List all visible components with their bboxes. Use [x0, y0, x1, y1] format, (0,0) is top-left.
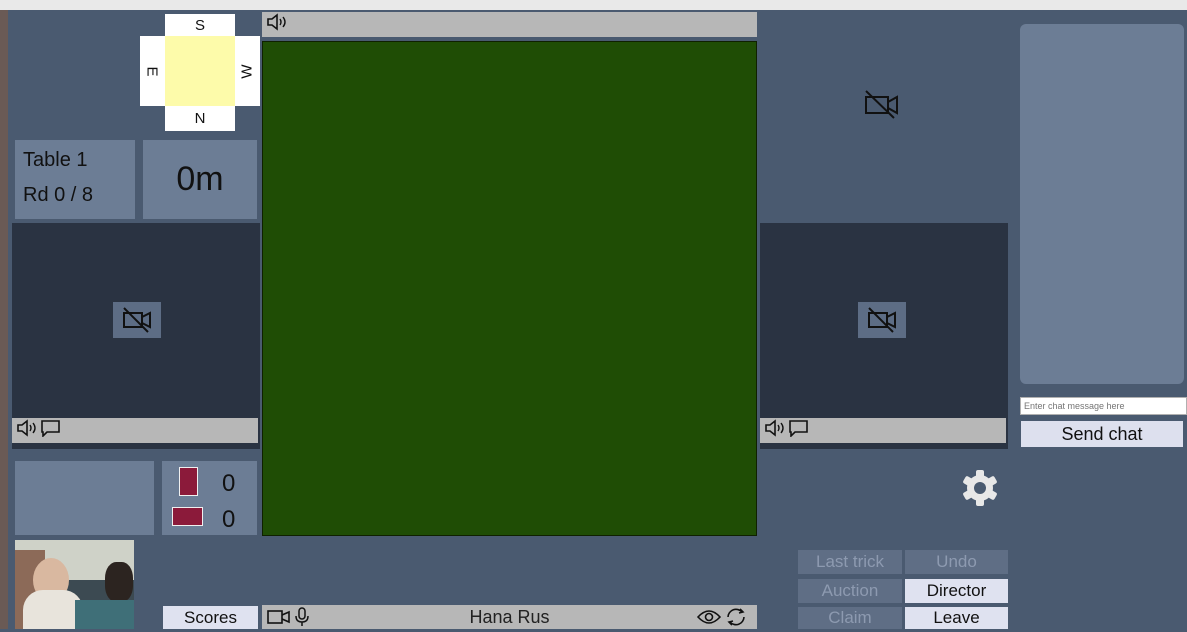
chat-bubble-icon[interactable]: [788, 419, 810, 442]
window-edge: [0, 10, 8, 629]
trick-count: 0 0: [162, 461, 257, 535]
claim-button[interactable]: Claim: [798, 607, 902, 629]
south-player-bar: Hana Rus: [262, 605, 757, 629]
horizontal-count: 0: [222, 506, 236, 533]
self-video: [15, 540, 134, 629]
top-strip: [0, 0, 1187, 10]
compass-south: S: [165, 14, 235, 36]
speaker-icon[interactable]: [266, 13, 290, 36]
refresh-icon[interactable]: [724, 607, 748, 632]
director-button[interactable]: Director: [905, 579, 1008, 603]
undo-button[interactable]: Undo: [905, 550, 1008, 574]
microphone-icon[interactable]: [294, 607, 310, 632]
eye-icon[interactable]: [696, 608, 722, 631]
send-chat-button[interactable]: Send chat: [1021, 421, 1183, 447]
compass-south-label: S: [194, 16, 205, 34]
horizontal-card-icon: [172, 507, 203, 526]
bidding-panel: [15, 461, 154, 535]
auction-button[interactable]: Auction: [798, 579, 902, 603]
chat-log: [1020, 24, 1184, 384]
video-couch: [75, 600, 134, 629]
east-player-bar: [760, 418, 1006, 443]
west-camera-off-icon: [113, 302, 161, 338]
video-body: [23, 590, 83, 629]
east-camera-off-icon: [858, 302, 906, 338]
west-player-bar: [12, 418, 258, 443]
compass-west-label: W: [238, 63, 256, 79]
timer: 0m: [143, 140, 257, 219]
speaker-icon[interactable]: [16, 419, 40, 442]
last-trick-button[interactable]: Last trick: [798, 550, 902, 574]
speaker-icon[interactable]: [764, 419, 788, 442]
gear-icon[interactable]: [960, 468, 1000, 513]
vertical-count: 0: [222, 470, 236, 497]
north-player-bar: [262, 12, 757, 37]
table-info: Table 1 Rd 0 / 8: [15, 140, 135, 219]
round-label: Rd 0 / 8: [23, 184, 94, 206]
east-top-camera-off-icon: [862, 88, 902, 125]
compass-west: W: [235, 36, 260, 106]
scores-button[interactable]: Scores: [163, 606, 258, 629]
video-person-2: [105, 562, 133, 602]
player-name: Hana Rus: [469, 606, 550, 627]
compass-east-label: E: [143, 65, 161, 77]
compass-center: [165, 36, 235, 106]
table-name: Table 1: [23, 149, 88, 171]
compass-east: E: [140, 36, 165, 106]
card-table[interactable]: [262, 41, 757, 536]
compass-north-label: N: [194, 110, 206, 127]
camera-icon[interactable]: [266, 608, 292, 631]
chat-input[interactable]: [1020, 397, 1187, 415]
chat-bubble-icon[interactable]: [40, 419, 62, 442]
compass-north: N: [165, 106, 235, 131]
leave-button[interactable]: Leave: [905, 607, 1008, 629]
vertical-card-icon: [179, 467, 198, 496]
